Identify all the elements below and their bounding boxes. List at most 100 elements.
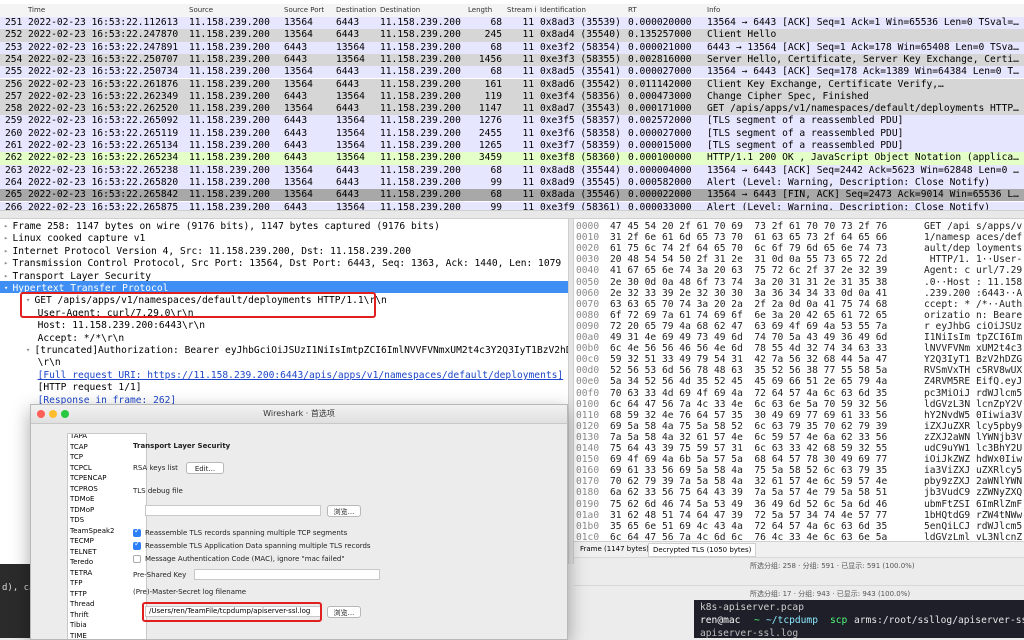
expand-right-icon[interactable]: ▸ [4, 259, 12, 267]
column-header-info[interactable]: Info [707, 6, 720, 14]
expand-down-icon[interactable]: ▾ [26, 346, 34, 354]
packet-row[interactable]: 254 2022-02-23 16:53:22.250707 11.158.239.… [0, 53, 1024, 67]
protocol-list-item[interactable]: TIME [70, 632, 87, 640]
hex-row[interactable]: 01c0 6c 64 47 56 7a 4c 6d 6c 76 4c 33 4e … [576, 532, 1022, 541]
packet-row[interactable]: 263 2022-02-23 16:53:22.265238 11.158.239.… [0, 164, 1024, 177]
protocol-list-item[interactable]: TCAP [70, 443, 88, 451]
pre-shared-key-input[interactable] [194, 569, 380, 580]
detail-tree-item[interactable]: ▸ Transmission Control Protocol, Src Por… [4, 258, 561, 270]
protocol-list-item[interactable]: TDMoP [70, 506, 94, 514]
preferences-titlebar[interactable]: Wireshark · 首选项 [31, 405, 567, 424]
packet-row[interactable]: 265 2022-02-23 16:53:22.265842 11.158.239.… [0, 189, 1024, 202]
packet-cell-stream: 11 [522, 201, 534, 211]
detail-tree-item[interactable]: ▸ Transport Layer Security [4, 271, 151, 283]
zoom-window-icon[interactable] [61, 410, 69, 418]
protocol-list-item[interactable]: TAPA [70, 434, 87, 440]
expand-right-icon[interactable]: ▸ [4, 272, 12, 280]
packet-row[interactable]: 264 2022-02-23 16:53:22.265820 11.158.239.… [0, 176, 1024, 190]
packet-cell-src: 11.158.239.200 [189, 140, 270, 151]
protocol-list-item[interactable]: TELNET [70, 548, 97, 556]
detail-tree-text: Frame 258: 1147 bytes on wire (9176 bits… [12, 221, 440, 232]
tls-debug-file-input[interactable] [145, 505, 321, 516]
protocol-list-item[interactable]: Tibia [70, 621, 87, 629]
packet-row[interactable]: 262 2022-02-23 16:53:22.265234 11.158.239.… [0, 152, 1024, 165]
minimize-window-icon[interactable] [49, 410, 57, 418]
terminal-left[interactable]: d), ca [0, 564, 30, 638]
detail-tree-item[interactable]: Host: 11.158.239.200:6443\r\n [26, 320, 206, 332]
column-header-identification[interactable]: Identification [540, 6, 586, 14]
detail-tree-item[interactable]: ▸ Internet Protocol Version 4, Src: 11.1… [4, 246, 411, 258]
packet-row[interactable]: 253 2022-02-23 16:53:22.247891 11.158.239.… [0, 41, 1024, 54]
protocol-list-item[interactable]: Thread [70, 600, 94, 608]
packet-row[interactable]: 261 2022-02-23 16:53:22.265134 11.158.239.… [0, 140, 1024, 153]
detail-tree-item[interactable]: [Full request URI: https://11.158.239.20… [26, 370, 564, 382]
edit-rsa-keys-button[interactable]: Edit... [186, 462, 224, 474]
packet-cell-stream: 11 [522, 164, 534, 176]
packet-cell-dst: 11.158.239.200 [380, 140, 461, 151]
packet-row[interactable]: 266 2022-02-23 16:53:22.265875 11.158.239.… [0, 201, 1024, 211]
detail-tree-item[interactable]: Accept: */*\r\n [26, 333, 125, 345]
packet-cell-info: 13564 → 6443 [ACK] Seq=1 Ack=1 Win=65536… [707, 17, 1019, 28]
ignore-mac-failed-checkbox[interactable] [133, 555, 141, 563]
column-header-length[interactable]: Length [468, 6, 492, 14]
packet-cell-dst: 11.158.239.200 [380, 127, 461, 139]
protocol-list-item[interactable]: TCP [70, 453, 83, 461]
reassemble-appdata-checkbox[interactable]: ✓ [133, 539, 141, 550]
packet-row[interactable]: 258 2022-02-23 16:53:22.262520 11.158.239.… [0, 103, 1024, 116]
protocol-list-item[interactable]: TFTP [70, 590, 87, 598]
expand-down-icon[interactable]: ▾ [4, 284, 12, 292]
protocol-list-item[interactable]: TCPCL [70, 464, 92, 472]
browse-debug-button[interactable]: 浏览... [327, 505, 361, 517]
annotation-highlight-box [20, 292, 376, 318]
preferences-dialog[interactable]: Wireshark · 首选项 TAPA TCAP TCP TCPCL TCPENCAP… [30, 404, 568, 640]
column-header-time[interactable]: Time [28, 6, 45, 14]
detail-tree-item[interactable]: [HTTP request 1/1] [26, 382, 142, 394]
column-header-source[interactable]: Source [189, 6, 213, 14]
detail-tree-item[interactable]: ▸ Linux cooked capture v1 [4, 233, 145, 245]
packet-cell-stream: 11 [522, 90, 534, 102]
reassemble-tcp-checkbox[interactable]: ✓ [133, 526, 141, 537]
expand-right-icon[interactable]: ▸ [4, 234, 12, 242]
tab-frame-bytes[interactable]: Frame (1147 bytes) [576, 545, 653, 553]
protocol-list-item[interactable]: TCPENCAP [70, 474, 107, 482]
expand-right-icon[interactable]: ▸ [4, 247, 12, 255]
packet-row[interactable]: 257 2022-02-23 16:53:22.262349 11.158.239.… [0, 90, 1024, 104]
protocol-list-item[interactable]: TCPROS [70, 485, 98, 493]
packet-row[interactable]: 260 2022-02-23 16:53:22.265119 11.158.239.… [0, 127, 1024, 140]
protocol-list-item[interactable]: Teredo [70, 558, 93, 566]
protocol-list-item[interactable]: TDS [70, 516, 84, 524]
pane-splitter[interactable] [0, 210, 1024, 219]
packet-row[interactable]: 252 2022-02-23 16:53:22.247870 11.158.239.… [0, 29, 1024, 42]
packet-row[interactable]: 256 2022-02-23 16:53:22.261876 11.158.239.… [0, 78, 1024, 91]
packet-row[interactable]: 255 2022-02-23 16:53:22.250734 11.158.239.… [0, 66, 1024, 79]
protocol-list-item[interactable]: TECMP [70, 537, 94, 545]
expand-right-icon[interactable]: ▸ [4, 222, 12, 230]
column-header-destination-port[interactable]: Destination [336, 6, 376, 14]
protocol-list-item[interactable]: TeamSpeak2 [70, 527, 115, 535]
packet-row[interactable]: 259 2022-02-23 16:53:22.265092 11.158.239.… [0, 115, 1024, 128]
browse-master-secret-button[interactable]: 浏览... [327, 606, 361, 618]
packet-cell-info: 13564 → 6443 [FIN, ACK] Seq=2473 Ack=901… [707, 189, 1019, 201]
hex-ascii: ldGVzLml vL3NlcnZ [924, 531, 1023, 541]
packet-bytes-pane[interactable]: 0000 47 45 54 20 2f 61 70 69 73 2f 61 70 … [574, 219, 1024, 541]
tab-decrypted-tls[interactable]: Decrypted TLS (1050 bytes) [648, 543, 757, 557]
detail-tree-item[interactable]: ▸ Frame 258: 1147 bytes on wire (9176 bi… [4, 221, 440, 233]
protocol-list-item[interactable]: TFP [70, 579, 83, 587]
packet-cell-dport: 6443 [336, 17, 360, 28]
column-header-source-port[interactable]: Source Port [284, 6, 324, 14]
column-header-destination[interactable]: Destination [380, 6, 420, 14]
packet-list[interactable]: Time Source Source Port Destination Dest… [0, 0, 1024, 210]
protocol-list-item[interactable]: Thrift [70, 611, 89, 619]
detail-tree-text[interactable]: [Full request URI: https://11.158.239.20… [38, 370, 564, 381]
column-header-rt[interactable]: RT [628, 6, 637, 14]
detail-tree-item[interactable]: \r\n [26, 357, 61, 369]
protocol-list-item[interactable]: TETRA [70, 569, 92, 577]
column-header-stream-index[interactable]: Stream i [507, 6, 537, 14]
close-window-icon[interactable] [37, 410, 45, 418]
packet-row[interactable]: 251 2022-02-23 16:53:22.112613 11.158.239.… [0, 17, 1024, 30]
protocol-list-item[interactable]: TDMoE [70, 495, 94, 503]
packet-cell-info: 13564 → 6443 [ACK] Seq=178 Ack=1389 Win=… [707, 66, 1019, 78]
terminal-right[interactable]: k8s-apiserver.pcap ren@mac ~ ~/tcpdump s… [694, 600, 1024, 638]
detail-tree-item[interactable]: ▾ [truncated]Authorization: Bearer eyJhb… [26, 345, 568, 357]
hex-offset: 0120 [576, 420, 600, 432]
